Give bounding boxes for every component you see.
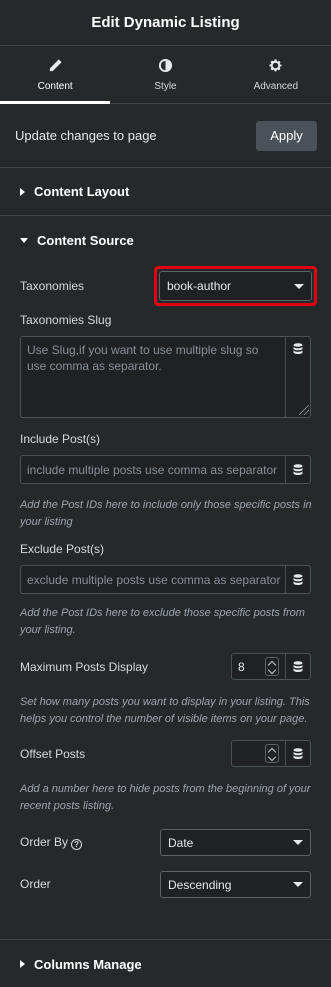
database-icon (293, 573, 303, 585)
order-by-value: Date (168, 835, 194, 850)
section-content-layout[interactable]: Content Layout (0, 168, 331, 216)
offset-posts-dynamic-button[interactable] (285, 740, 311, 767)
section-content-source-title: Content Source (37, 232, 134, 248)
offset-posts-description: Add a number here to hide posts from the… (20, 783, 311, 812)
order-label: Order (20, 877, 51, 891)
stepper-icon[interactable] (265, 744, 279, 763)
exclude-posts-label: Exclude Post(s) (20, 542, 105, 556)
stepper-icon[interactable] (265, 657, 279, 676)
taxonomies-value: book-author (167, 279, 232, 293)
exclude-posts-input[interactable]: exclude multiple posts use comma as sepa… (20, 565, 286, 594)
section-content-layout-title: Content Layout (34, 184, 130, 199)
taxonomies-slug-textarea[interactable]: Use Slug,if you want to use multiple slu… (20, 336, 286, 418)
half-circle-icon (158, 58, 173, 72)
offset-posts-input[interactable] (231, 740, 286, 767)
caret-down-icon (20, 237, 28, 243)
chevron-down-icon (294, 283, 304, 289)
panel-header: Edit Dynamic Listing (0, 0, 331, 46)
max-posts-value: 8 (238, 659, 245, 674)
help-icon[interactable]: ? (71, 839, 83, 850)
chevron-down-icon (293, 840, 303, 845)
chevron-down-icon (293, 882, 303, 887)
max-posts-dynamic-button[interactable] (285, 653, 311, 680)
max-posts-input[interactable]: 8 (231, 653, 286, 680)
update-changes-text: Update changes to page (15, 128, 157, 143)
include-posts-description: Add the Post IDs here to include only th… (20, 499, 312, 528)
order-by-label: Order By? (20, 835, 83, 850)
apply-button[interactable]: Apply (256, 120, 317, 151)
database-icon (293, 747, 303, 759)
database-icon (293, 660, 303, 672)
include-posts-label: Include Post(s) (20, 432, 101, 446)
tab-advanced[interactable]: Advanced (221, 46, 331, 103)
include-posts-dynamic-button[interactable] (285, 455, 311, 484)
resize-grip[interactable] (299, 405, 309, 415)
max-posts-description: Set how many posts you want to display i… (20, 696, 310, 725)
tab-advanced-label: Advanced (253, 80, 299, 92)
taxonomies-slug-placeholder: Use Slug,if you want to use multiple slu… (27, 343, 259, 373)
taxonomies-label: Taxonomies (20, 279, 85, 293)
gear-icon (269, 58, 282, 71)
order-value: Descending (168, 877, 232, 892)
exclude-posts-dynamic-button[interactable] (285, 565, 311, 594)
database-icon (293, 343, 303, 354)
include-posts-input[interactable]: include multiple posts use comma as sepa… (20, 455, 286, 484)
tab-content[interactable]: Content (0, 46, 111, 104)
order-by-select[interactable]: Date (160, 829, 311, 856)
offset-posts-label: Offset Posts (20, 747, 86, 761)
taxonomies-select[interactable]: book-author (159, 271, 312, 301)
caret-right-icon (20, 187, 25, 196)
exclude-posts-placeholder: exclude multiple posts use comma as sepa… (27, 572, 281, 587)
section-columns-manage-title: Columns Manage (34, 956, 142, 972)
order-select[interactable]: Descending (160, 871, 311, 898)
update-changes-row: Update changes to page Apply (0, 104, 331, 168)
tab-style-label: Style (154, 80, 177, 92)
order-by-label-text: Order By (20, 835, 69, 849)
section-content-source[interactable]: Content Source (0, 216, 331, 264)
pencil-icon (49, 58, 62, 71)
database-icon (293, 463, 303, 475)
include-posts-placeholder: include multiple posts use comma as sepa… (27, 462, 278, 477)
tab-content-label: Content (37, 80, 73, 92)
tab-bar: Content Style Advanced (0, 46, 331, 104)
tab-style[interactable]: Style (110, 46, 220, 103)
exclude-posts-description: Add the Post IDs here to exclude those s… (20, 607, 305, 636)
taxonomies-slug-label: Taxonomies Slug (20, 313, 112, 327)
caret-right-icon (20, 960, 25, 968)
panel-title: Edit Dynamic Listing (91, 14, 240, 31)
section-columns-manage[interactable]: Columns Manage (0, 940, 331, 987)
max-posts-label: Maximum Posts Display (20, 660, 149, 674)
